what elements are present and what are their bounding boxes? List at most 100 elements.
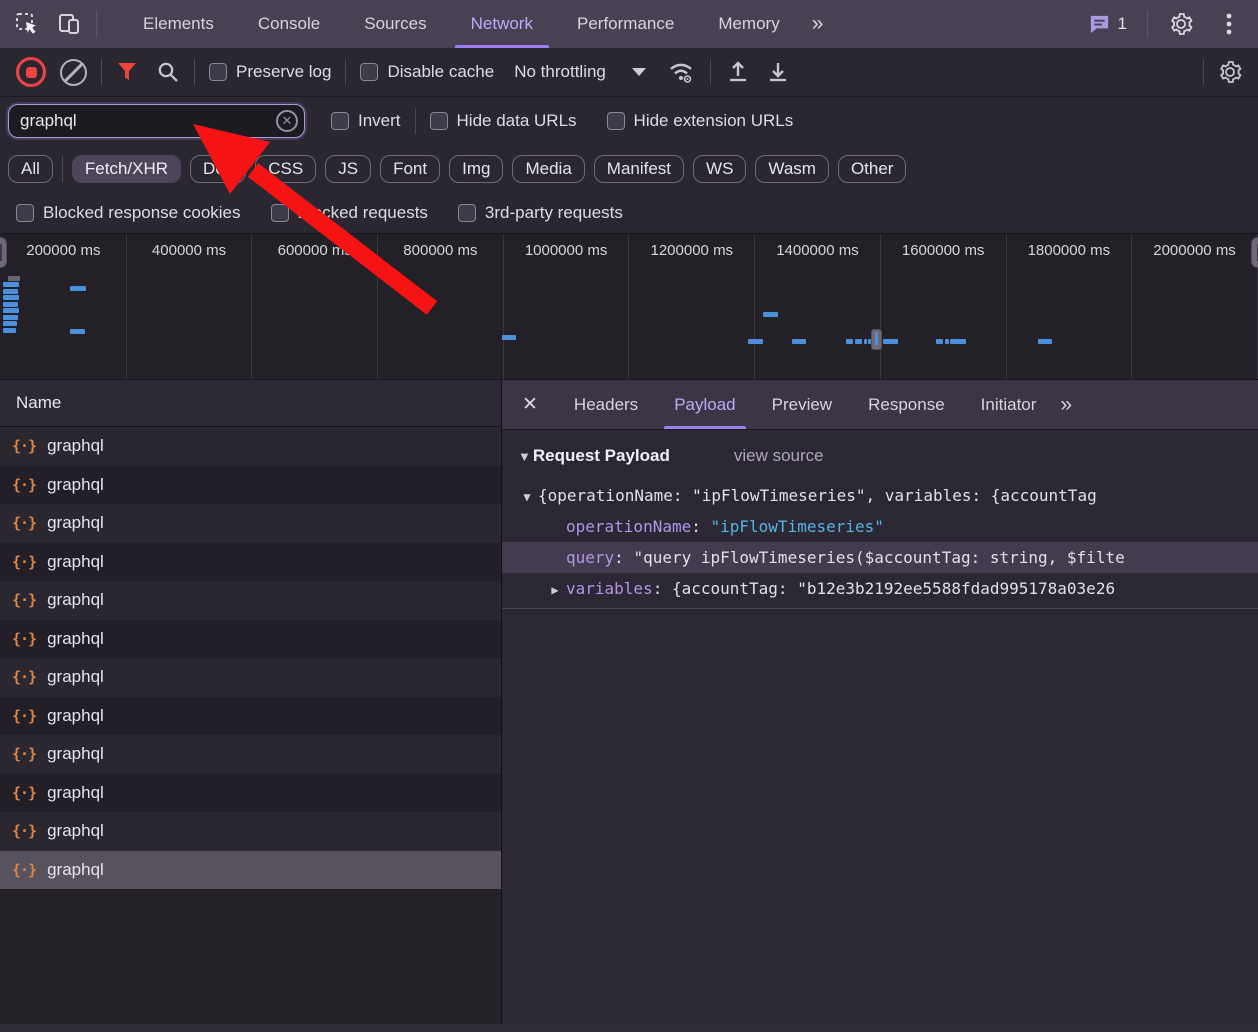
filter-pill-other[interactable]: Other [838, 155, 907, 183]
network-overview-timeline[interactable]: 200000 ms400000 ms600000 ms800000 ms1000… [0, 234, 1258, 380]
filter-pill-media[interactable]: Media [512, 155, 584, 183]
timeline-request-bar [748, 339, 763, 344]
timeline-request-bar [8, 276, 20, 281]
payload-operation-name-row[interactable]: operationName: "ipFlowTimeseries" [502, 511, 1258, 542]
detail-tab-response[interactable]: Response [850, 380, 963, 429]
detail-tab-headers[interactable]: Headers [556, 380, 656, 429]
blocked-response-cookies-label: Blocked response cookies [43, 203, 241, 223]
filter-pill-fetch-xhr[interactable]: Fetch/XHR [72, 155, 181, 183]
third-party-requests-checkbox[interactable] [458, 204, 476, 222]
timeline-request-bar [945, 339, 949, 344]
search-icon[interactable] [156, 60, 180, 84]
timeline-request-bar [3, 289, 18, 294]
timeline-request-bar [502, 335, 516, 340]
json-object-preview: {accountTag: "b12e3b2192ee5588fdad995178… [672, 579, 1115, 598]
filter-funnel-icon[interactable] [116, 62, 138, 82]
more-tabs-icon[interactable]: » [802, 0, 834, 48]
filter-pill-wasm[interactable]: Wasm [755, 155, 829, 183]
detail-tab-initiator[interactable]: Initiator [963, 380, 1055, 429]
filter-pill-ws[interactable]: WS [693, 155, 746, 183]
more-detail-tabs-icon[interactable]: » [1054, 380, 1078, 429]
request-row[interactable]: {·}graphql [0, 466, 501, 505]
request-row[interactable]: {·}graphql [0, 427, 501, 466]
record-network-log-button[interactable] [16, 57, 46, 87]
fetch-xhr-icon: {·} [12, 630, 36, 648]
request-row[interactable]: {·}graphql [0, 658, 501, 697]
request-row[interactable]: {·}graphql [0, 620, 501, 659]
blocked-response-cookies-checkbox[interactable] [16, 204, 34, 222]
json-string-value: "query ipFlowTimeseries($accountTag: str… [633, 548, 1124, 567]
view-source-link[interactable]: view source [734, 446, 824, 466]
tab-sources[interactable]: Sources [342, 0, 448, 48]
clear-network-log-button[interactable] [60, 59, 87, 86]
toolbar-divider [101, 59, 102, 85]
payload-variables-row[interactable]: ▶variables: {accountTag: "b12e3b2192ee55… [502, 573, 1258, 604]
request-row[interactable]: {·}graphql [0, 735, 501, 774]
settings-gear-icon[interactable] [1160, 4, 1202, 44]
fetch-xhr-icon: {·} [12, 784, 36, 802]
invert-checkbox[interactable] [331, 112, 349, 130]
clear-filter-icon[interactable]: ✕ [276, 110, 298, 132]
network-conditions-icon[interactable] [666, 59, 696, 85]
timeline-request-bar [1038, 339, 1052, 344]
request-row[interactable]: {·}graphql [0, 543, 501, 582]
request-payload-title: Request Payload [533, 446, 670, 466]
timeline-request-bar [3, 328, 16, 333]
blocked-requests-checkbox[interactable] [271, 204, 289, 222]
filter-pill-font[interactable]: Font [380, 155, 440, 183]
name-column-header[interactable]: Name [0, 380, 501, 427]
detail-tab-preview[interactable]: Preview [754, 380, 850, 429]
payload-root-row[interactable]: ▼{operationName: "ipFlowTimeseries", var… [502, 480, 1258, 511]
network-settings-gear-icon[interactable] [1218, 60, 1242, 84]
fetch-xhr-icon: {·} [12, 861, 36, 879]
request-row[interactable]: {·}graphql [0, 774, 501, 813]
inspect-element-icon[interactable] [6, 4, 48, 44]
disable-cache-checkbox[interactable] [360, 63, 378, 81]
hide-extension-urls-checkbox[interactable] [607, 112, 625, 130]
json-string-value: "ipFlowTimeseries" [711, 517, 884, 536]
collapse-triangle-icon[interactable]: ▼ [518, 449, 531, 464]
preserve-log-checkbox[interactable] [209, 63, 227, 81]
fetch-xhr-icon: {·} [12, 553, 36, 571]
filter-pill-css[interactable]: CSS [255, 155, 316, 183]
tab-memory[interactable]: Memory [696, 0, 801, 48]
device-toolbar-icon[interactable] [48, 4, 90, 44]
request-row[interactable]: {·}graphql [0, 851, 501, 890]
kebab-menu-icon[interactable] [1208, 4, 1250, 44]
request-filters-row: Blocked response cookies Blocked request… [0, 192, 1258, 234]
import-har-icon[interactable] [725, 59, 751, 85]
throttling-value: No throttling [514, 62, 606, 82]
filter-input[interactable] [8, 104, 305, 138]
tabbar-divider [1147, 10, 1148, 38]
issues-button[interactable]: 1 [1080, 13, 1135, 36]
tab-elements[interactable]: Elements [121, 0, 236, 48]
filter-pill-all[interactable]: All [8, 155, 53, 183]
resource-type-filter-row: All Fetch/XHR Doc CSS JS Font Img Media Manifes… [0, 145, 1258, 192]
throttling-select[interactable]: No throttling [508, 62, 652, 82]
third-party-requests-label: 3rd-party requests [485, 203, 623, 223]
filter-pill-js[interactable]: JS [325, 155, 371, 183]
json-colon: : [614, 548, 633, 567]
filter-pill-manifest[interactable]: Manifest [594, 155, 684, 183]
request-row[interactable]: {·}graphql [0, 812, 501, 851]
payload-query-row[interactable]: query: "query ipFlowTimeseries($accountT… [502, 542, 1258, 573]
overview-right-handle[interactable] [1251, 237, 1258, 268]
hide-data-urls-checkbox[interactable] [430, 112, 448, 130]
request-row[interactable]: {·}graphql [0, 697, 501, 736]
expand-triangle-icon[interactable]: ▶ [544, 575, 566, 604]
detail-tab-payload[interactable]: Payload [656, 380, 753, 429]
json-key: variables [566, 579, 653, 598]
request-row[interactable]: {·}graphql [0, 504, 501, 543]
devtools-tab-bar: ElementsConsoleSourcesNetworkPerformance… [0, 0, 1258, 48]
filter-pill-doc[interactable]: Doc [190, 155, 246, 183]
tab-network[interactable]: Network [449, 0, 555, 48]
request-row[interactable]: {·}graphql [0, 581, 501, 620]
tab-performance[interactable]: Performance [555, 0, 696, 48]
overview-left-handle[interactable] [0, 237, 7, 268]
filter-pill-img[interactable]: Img [449, 155, 503, 183]
json-colon: : [653, 579, 672, 598]
tab-console[interactable]: Console [236, 0, 342, 48]
export-har-icon[interactable] [765, 59, 791, 85]
collapse-triangle-icon[interactable]: ▼ [516, 482, 538, 511]
close-details-icon[interactable]: ✕ [502, 380, 556, 429]
